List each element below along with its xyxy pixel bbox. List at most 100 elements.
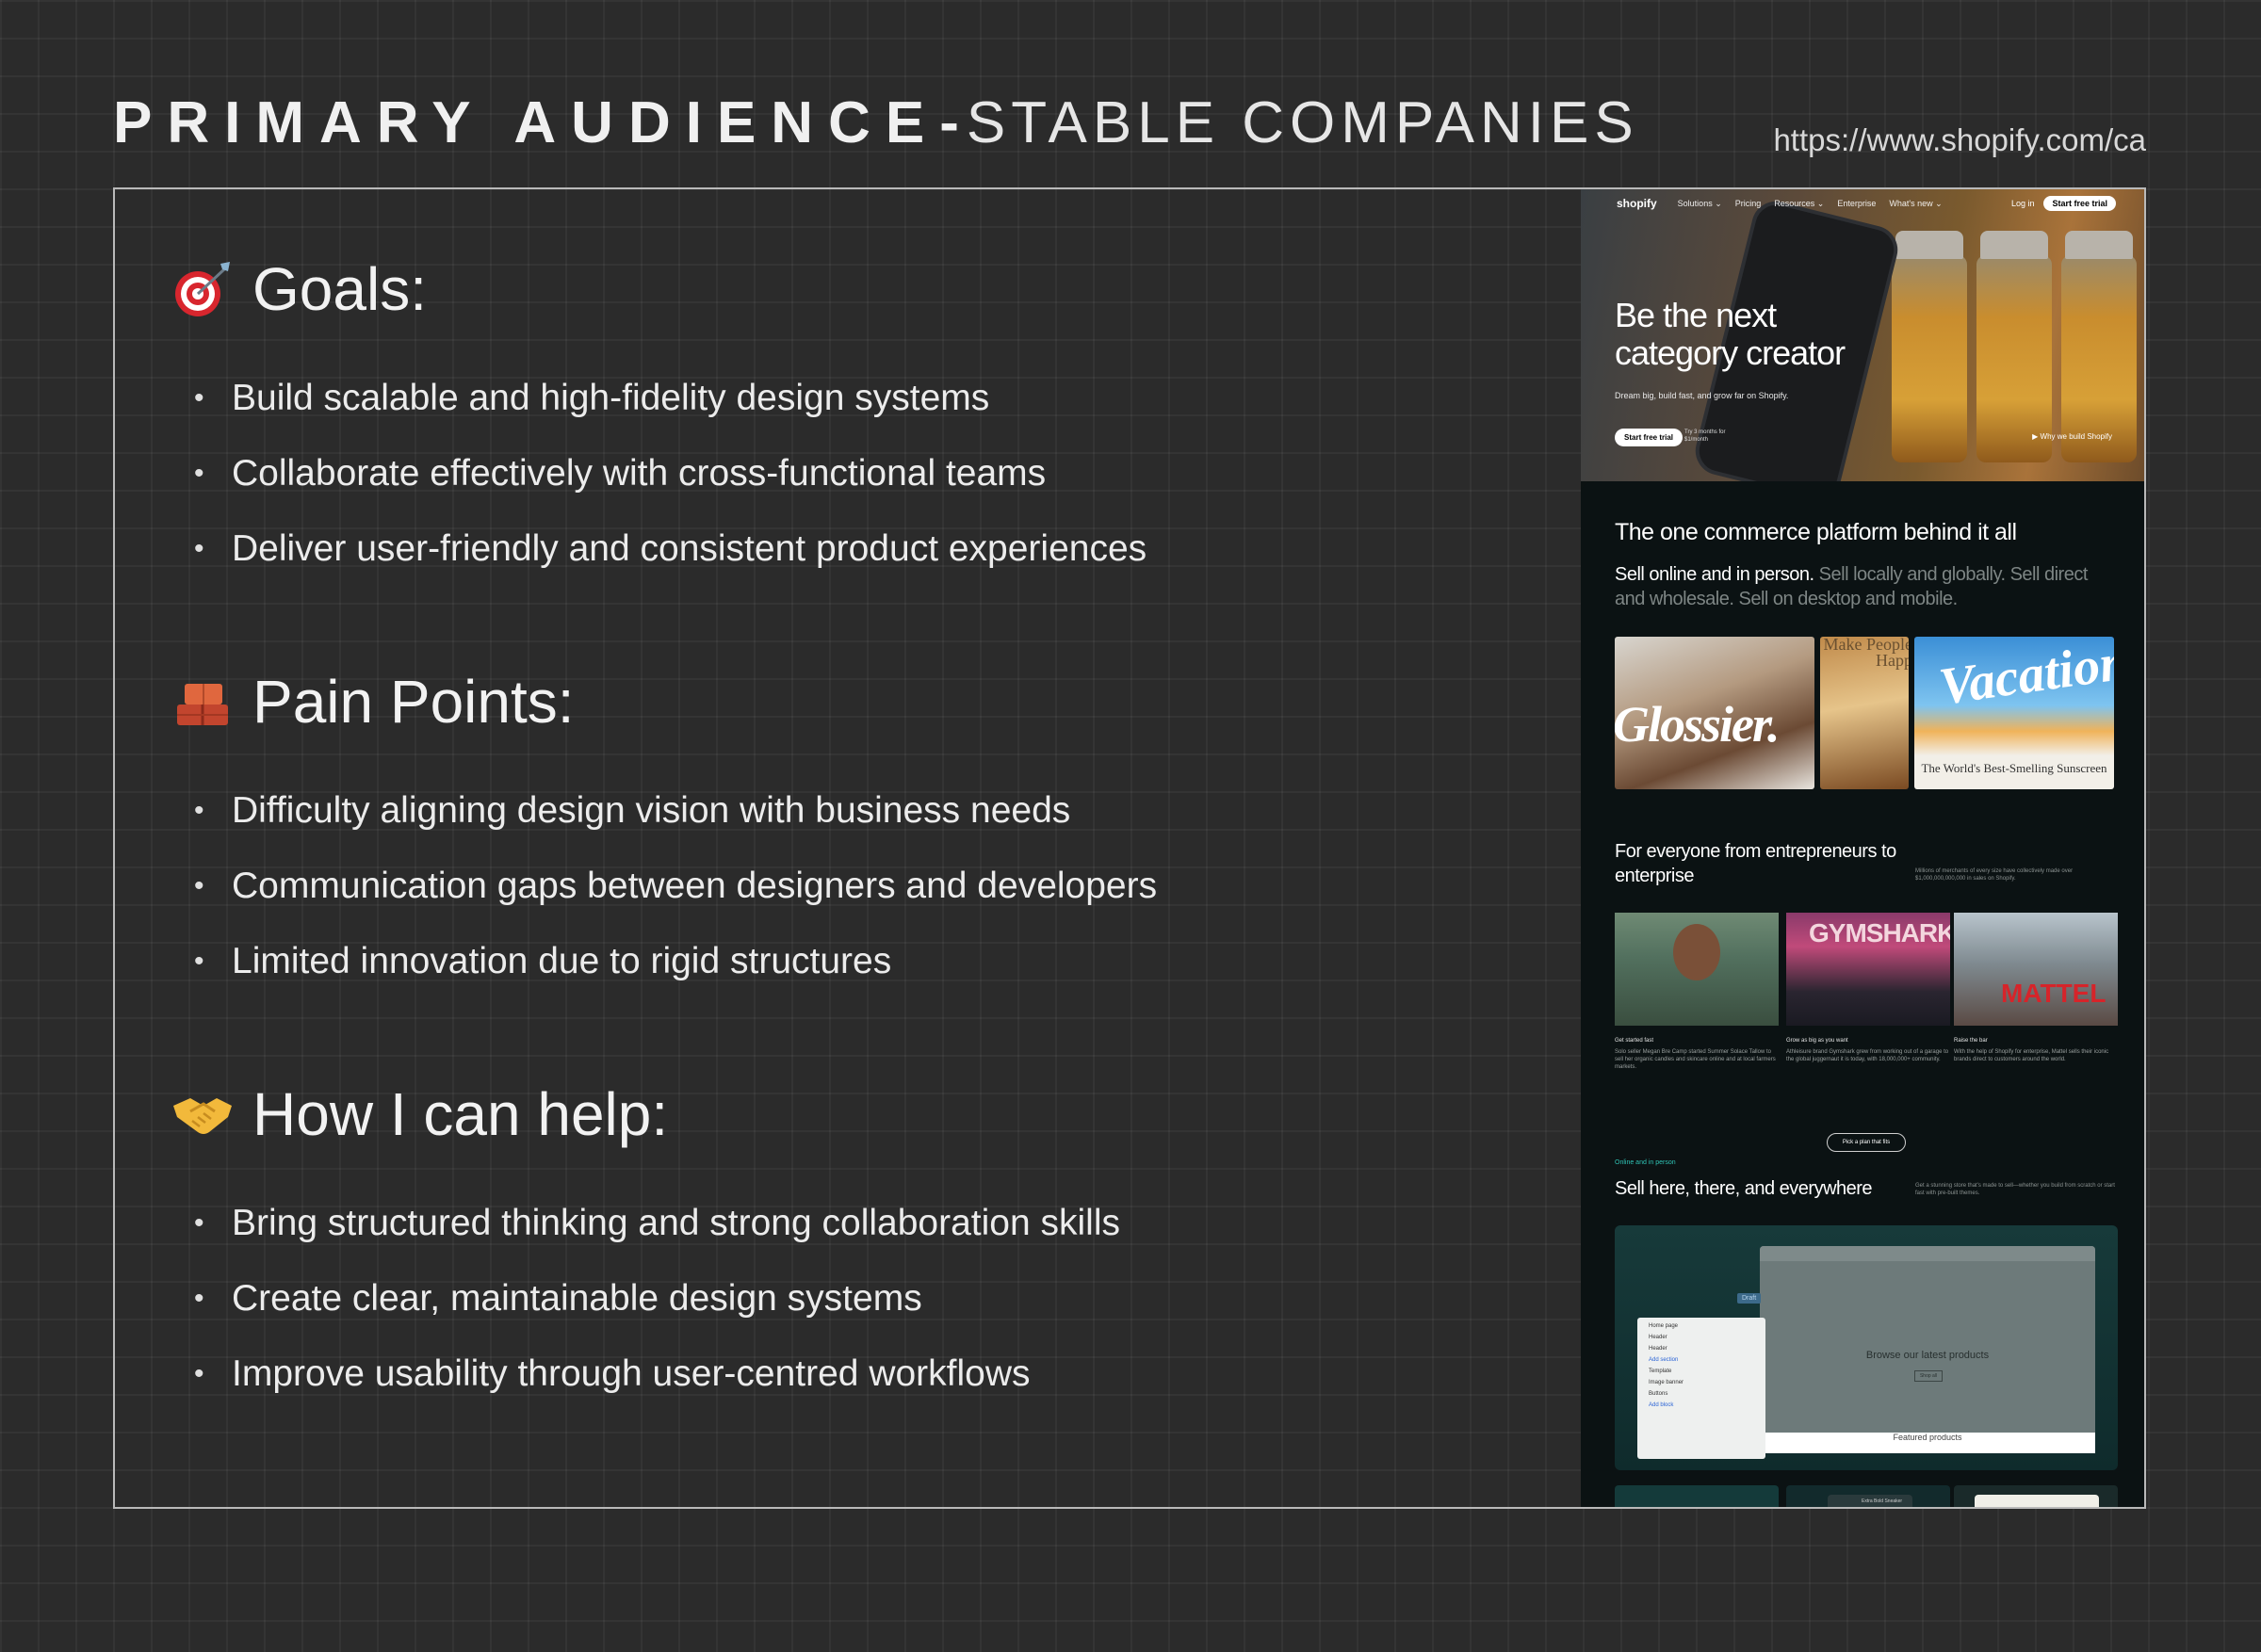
bullet-item: Deliver user-friendly and consistent pro… — [171, 511, 1147, 587]
handshake-icon — [173, 1098, 232, 1134]
brand-card-text: Make People Happ — [1823, 637, 1909, 670]
bullet-list: Build scalable and high-fidelity design … — [171, 361, 1147, 587]
story-caption-title: Get started fast — [1615, 1038, 1654, 1044]
nav-item-resources[interactable]: Resources ⌄ — [1774, 199, 1824, 209]
bullet-item: Create clear, maintainable design system… — [171, 1261, 1120, 1336]
title-separator: - — [939, 90, 967, 155]
bullet-list: Bring structured thinking and strong col… — [171, 1186, 1120, 1412]
editor-window-bar — [1760, 1246, 2095, 1261]
story-photo-mattel[interactable]: MATTEL — [1954, 913, 2118, 1026]
slide-title: PRIMARY AUDIENCE-STABLE COMPANIES — [113, 90, 1639, 156]
editor-sidebar-item[interactable]: Template — [1649, 1369, 1754, 1374]
editor-sidebar-item[interactable]: Home page — [1649, 1323, 1754, 1329]
feature-card: Extra Bold Sneaker — [1786, 1485, 1950, 1507]
gymshark-sign: GYMSHARK — [1809, 918, 1950, 947]
platform-subtext: Sell online and in person. Sell locally … — [1615, 562, 2114, 611]
section-goals: Goals: Build scalable and high-fidelity … — [171, 251, 1147, 587]
section-header: How I can help: — [171, 1077, 1120, 1152]
section-pain-points: Pain Points: Difficulty aligning design … — [171, 664, 1157, 999]
nav-item-pricing[interactable]: Pricing — [1735, 199, 1762, 209]
editor-sidebar-item[interactable]: Image banner — [1649, 1380, 1754, 1385]
dart-target-icon — [175, 262, 230, 316]
editor-draft-badge: Draft — [1737, 1293, 1762, 1304]
nav-item-solutions[interactable]: Solutions ⌄ — [1678, 199, 1722, 209]
why-we-build-link[interactable]: ▶ Why we build Shopify — [2032, 432, 2112, 441]
editor-sidebar: Home page Header Header Add section Temp… — [1637, 1318, 1765, 1459]
pick-plan-button[interactable]: Pick a plan that fits — [1827, 1133, 1906, 1152]
bullet-item: Improve usability through user-centred w… — [171, 1336, 1120, 1412]
shopify-navbar: shopify Solutions ⌄ Pricing Resources ⌄ … — [1581, 189, 2144, 218]
shopify-logo[interactable]: shopify — [1617, 197, 1657, 210]
feature-card — [1615, 1485, 1779, 1507]
sell-tag: Online and in person — [1615, 1159, 1676, 1166]
brand-card-make-people-happy[interactable]: Make People Happ — [1820, 637, 1909, 789]
content-frame: Goals: Build scalable and high-fidelity … — [113, 187, 2146, 1509]
nav-item-whats-new[interactable]: What's new ⌄ — [1889, 199, 1942, 209]
editor-add-section[interactable]: Add section — [1649, 1357, 1754, 1363]
mattel-sign: MATTEL — [2001, 979, 2106, 1008]
nav-item-enterprise[interactable]: Enterprise — [1837, 199, 1876, 209]
section-title: Goals: — [252, 255, 427, 323]
everyone-note: Millions of merchants of every size have… — [1915, 868, 2074, 882]
store-editor-preview: Browse our latest products Shop all Draf… — [1615, 1225, 2118, 1470]
editor-shop-button[interactable]: Shop all — [1914, 1370, 1943, 1382]
glossier-wordmark: Glossier. — [1615, 696, 1781, 753]
bricks-icon — [177, 684, 228, 725]
story-photo-entrepreneur[interactable] — [1615, 913, 1779, 1026]
story-caption-text: Solo seller Megan Bre Camp started Summe… — [1615, 1049, 1776, 1070]
story-caption-title: Raise the bar — [1954, 1038, 1988, 1044]
section-title: How I can help: — [252, 1080, 669, 1148]
editor-add-block[interactable]: Add block — [1649, 1402, 1754, 1408]
brand-card-glossier[interactable]: Glossier. — [1615, 637, 1814, 789]
hero-start-trial-button[interactable]: Start free trial — [1615, 429, 1684, 446]
hero-title: Be the next category creator — [1615, 296, 1846, 372]
portrait-image — [1975, 1495, 2099, 1507]
spice-jar-image — [1976, 231, 2052, 462]
bullet-list: Difficulty aligning design vision with b… — [171, 773, 1157, 999]
source-url[interactable]: https://www.shopify.com/ca — [1773, 122, 2146, 158]
hero-note: Try 3 months for $1/month — [1684, 429, 1726, 443]
section-header: Goals: — [171, 251, 1147, 327]
product-label: Extra Bold Sneaker — [1828, 1495, 1912, 1507]
bullet-item: Communication gaps between designers and… — [171, 849, 1157, 924]
story-caption-title: Grow as big as you want — [1786, 1038, 1848, 1044]
shopify-website-screenshot: shopify Solutions ⌄ Pricing Resources ⌄ … — [1581, 189, 2144, 1507]
platform-subtext-strong: Sell online and in person. — [1615, 564, 1814, 585]
bullet-item: Limited innovation due to rigid structur… — [171, 924, 1157, 999]
shopify-hero: shopify Solutions ⌄ Pricing Resources ⌄ … — [1581, 189, 2144, 505]
brand-card-vacation[interactable]: Vacation The World's Best-Smelling Sunsc… — [1914, 637, 2114, 789]
editor-featured-products: Featured products — [1760, 1433, 2095, 1453]
vacation-tagline: The World's Best-Smelling Sunscreen — [1921, 761, 2107, 775]
section-header: Pain Points: — [171, 664, 1157, 739]
vacation-wordmark: Vacation — [1935, 637, 2114, 717]
editor-sidebar-item[interactable]: Header — [1649, 1346, 1754, 1352]
title-primary: PRIMARY AUDIENCE — [113, 90, 940, 155]
spice-jar-image — [2061, 231, 2137, 462]
title-secondary: STABLE COMPANIES — [966, 90, 1639, 155]
editor-sidebar-item[interactable]: Buttons — [1649, 1391, 1754, 1397]
story-caption: Raise the bar With the help of Shopify fo… — [1954, 1037, 2118, 1063]
sell-heading: Sell here, there, and everywhere — [1615, 1178, 1873, 1199]
bullet-item: Collaborate effectively with cross-funct… — [171, 436, 1147, 511]
story-caption: Get started fast Solo seller Megan Bre Ca… — [1615, 1037, 1779, 1071]
story-caption-text: Athleisure brand Gymshark grew from work… — [1786, 1049, 1949, 1062]
everyone-heading: For everyone from entrepreneurs to enter… — [1615, 841, 1896, 886]
story-photo-gymshark[interactable]: GYMSHARK — [1786, 913, 1950, 1026]
bullet-item: Difficulty aligning design vision with b… — [171, 773, 1157, 849]
section-title: Pain Points: — [252, 668, 575, 736]
story-caption: Grow as big as you want Athleisure brand … — [1786, 1037, 1950, 1063]
editor-browse-text: Browse our latest products — [1865, 1350, 1990, 1361]
nav-menu: Solutions ⌄ Pricing Resources ⌄ Enterpri… — [1678, 199, 1943, 209]
nav-start-trial-button[interactable]: Start free trial — [2043, 196, 2116, 211]
bullet-item: Build scalable and high-fidelity design … — [171, 361, 1147, 436]
sell-note: Get a stunning store that's made to sell… — [1915, 1183, 2115, 1196]
hero-subtitle: Dream big, build fast, and grow far on S… — [1615, 391, 1789, 400]
section-how-i-can-help: How I can help: Bring structured thinkin… — [171, 1077, 1120, 1412]
story-caption-text: With the help of Shopify for enterprise,… — [1954, 1049, 2109, 1062]
editor-sidebar-item[interactable]: Header — [1649, 1335, 1754, 1340]
login-link[interactable]: Log in — [2011, 199, 2035, 208]
bullet-item: Bring structured thinking and strong col… — [171, 1186, 1120, 1261]
editor-store-window: Browse our latest products Shop all — [1760, 1246, 2095, 1453]
platform-heading: The one commerce platform behind it all — [1615, 519, 2017, 545]
spice-jar-image — [1892, 231, 1967, 462]
